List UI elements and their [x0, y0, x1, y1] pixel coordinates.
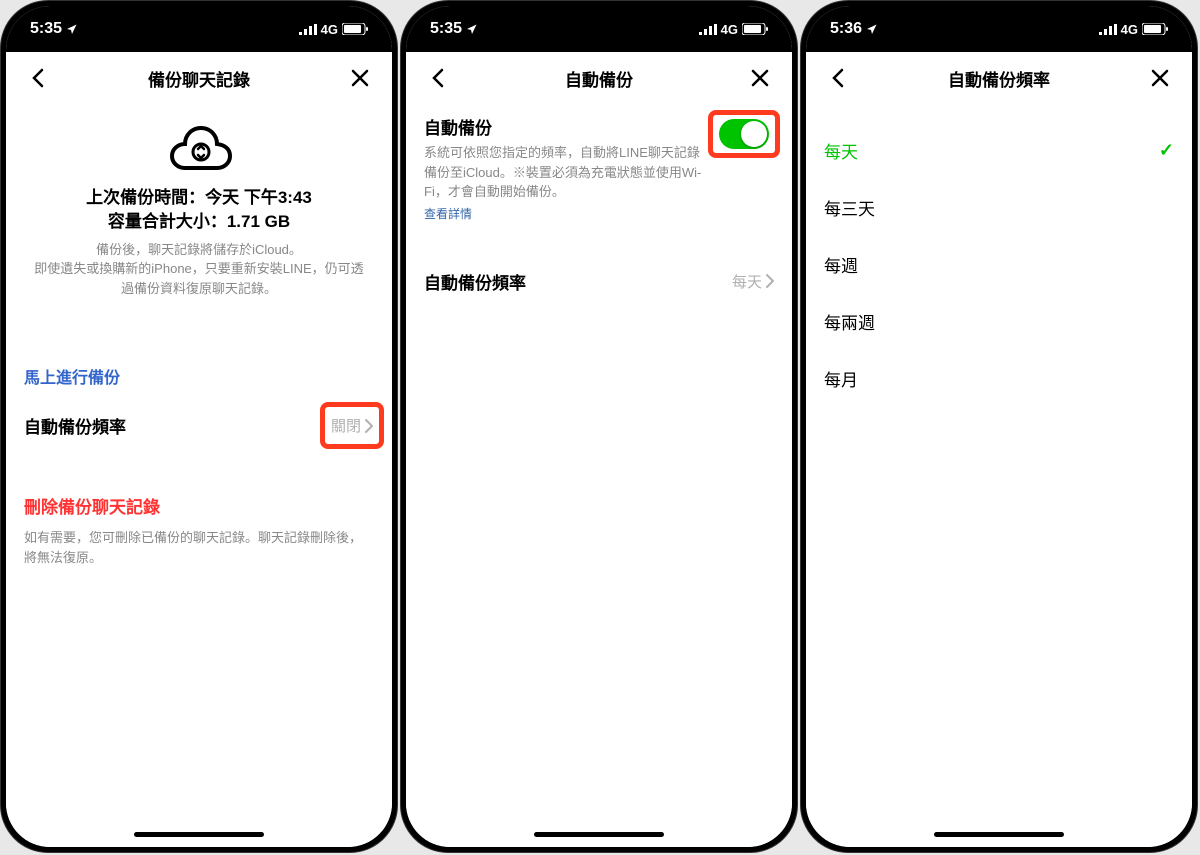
page-title: 自動備份 [452, 66, 746, 91]
close-icon [1151, 69, 1169, 87]
last-backup-time: 上次備份時間：今天 下午3:43 [30, 186, 368, 210]
frequency-option-daily[interactable]: 每天 ✓ [824, 122, 1174, 179]
chevron-right-icon [365, 419, 373, 433]
highlight-marker [708, 110, 780, 158]
content: 自動備份 系統可依照您指定的頻率，自動將LINE聊天記錄備份至iCloud。※裝… [406, 104, 792, 847]
nav-bar: 備份聊天記錄 [6, 52, 392, 104]
home-indicator[interactable] [934, 832, 1064, 837]
page-title: 備份聊天記錄 [52, 66, 346, 91]
frequency-option-every-3-days[interactable]: 每三天 [824, 179, 1174, 236]
signal-icon [299, 24, 317, 35]
screen-content: 5:36 4G 自動備份頻率 每天 ✓ 每三天 [806, 6, 1192, 847]
frequency-label: 每三天 [824, 195, 875, 220]
close-icon [751, 69, 769, 87]
chevron-right-icon [766, 274, 774, 288]
backup-now-button[interactable]: 馬上進行備份 [24, 348, 374, 398]
view-details-link[interactable]: 查看詳情 [424, 205, 472, 222]
frequency-label: 每天 [824, 138, 858, 163]
home-indicator[interactable] [134, 832, 264, 837]
status-bar: 5:35 4G [406, 6, 792, 52]
back-button[interactable] [824, 68, 852, 88]
battery-icon [342, 23, 368, 35]
auto-backup-frequency-label: 自動備份頻率 [424, 269, 526, 294]
toggle-knob [741, 121, 767, 147]
auto-backup-frequency-label: 自動備份頻率 [24, 413, 126, 438]
back-button[interactable] [24, 68, 52, 88]
auto-backup-frequency-value: 關閉 [331, 415, 361, 436]
home-indicator[interactable] [534, 832, 664, 837]
screen-content: 5:35 4G 備份聊天記錄 上次備份時間：今天 下午3:43 [6, 6, 392, 847]
battery-icon [1142, 23, 1168, 35]
auto-backup-toggle[interactable] [719, 119, 769, 149]
phone-screen-2: 5:35 4G 自動備份 自動備份 系統可依照您指定的頻率，自動將LIN [400, 0, 798, 853]
frequency-option-biweekly[interactable]: 每兩週 [824, 293, 1174, 350]
location-icon [466, 23, 478, 35]
nav-bar: 自動備份 [406, 52, 792, 104]
delete-backup-button[interactable]: 刪除備份聊天記錄 [24, 485, 374, 518]
signal-icon [1099, 24, 1117, 35]
phone-screen-1: 5:35 4G 備份聊天記錄 上次備份時間：今天 下午3:43 [0, 0, 398, 853]
auto-backup-description: 系統可依照您指定的頻率，自動將LINE聊天記錄備份至iCloud。※裝置必須為充… [424, 143, 710, 202]
chevron-left-icon [832, 68, 844, 88]
frequency-label: 每週 [824, 252, 858, 277]
network-label: 4G [721, 22, 738, 37]
page-title: 自動備份頻率 [852, 66, 1146, 91]
content: 每天 ✓ 每三天 每週 每兩週 每月 [806, 104, 1192, 847]
auto-backup-frequency-row[interactable]: 自動備份頻率 每天 [424, 257, 774, 306]
status-bar: 5:35 4G [6, 6, 392, 52]
network-label: 4G [321, 22, 338, 37]
status-time: 5:35 [30, 20, 62, 38]
backup-info: 上次備份時間：今天 下午3:43 容量合計大小：1.71 GB 備份後，聊天記錄… [24, 186, 374, 316]
status-time: 5:36 [830, 20, 862, 38]
chevron-left-icon [432, 68, 444, 88]
frequency-label: 每兩週 [824, 309, 875, 334]
frequency-label: 每月 [824, 366, 858, 391]
status-bar: 5:36 4G [806, 6, 1192, 52]
signal-icon [699, 24, 717, 35]
checkmark-icon: ✓ [1159, 140, 1174, 161]
delete-backup-description: 如有需要，您可刪除已備份的聊天記錄。聊天記錄刪除後，將無法復原。 [24, 528, 374, 567]
back-button[interactable] [424, 68, 452, 88]
close-button[interactable] [346, 69, 374, 87]
content: 上次備份時間：今天 下午3:43 容量合計大小：1.71 GB 備份後，聊天記錄… [6, 104, 392, 847]
auto-backup-label: 自動備份 [424, 114, 710, 139]
auto-backup-frequency-row[interactable]: 自動備份頻率 關閉 [24, 398, 374, 453]
close-button[interactable] [1146, 69, 1174, 87]
highlight-marker: 關閉 [320, 402, 384, 449]
battery-icon [742, 23, 768, 35]
auto-backup-toggle-row: 自動備份 系統可依照您指定的頻率，自動將LINE聊天記錄備份至iCloud。※裝… [424, 104, 774, 223]
close-button[interactable] [746, 69, 774, 87]
auto-backup-frequency-value: 每天 [732, 271, 762, 292]
nav-bar: 自動備份頻率 [806, 52, 1192, 104]
phone-screen-3: 5:36 4G 自動備份頻率 每天 ✓ 每三天 [800, 0, 1198, 853]
chevron-left-icon [32, 68, 44, 88]
location-icon [866, 23, 878, 35]
location-icon [66, 23, 78, 35]
network-label: 4G [1121, 22, 1138, 37]
cloud-backup-icon [24, 104, 374, 186]
screen-content: 5:35 4G 自動備份 自動備份 系統可依照您指定的頻率，自動將LIN [406, 6, 792, 847]
status-time: 5:35 [430, 20, 462, 38]
frequency-option-weekly[interactable]: 每週 [824, 236, 1174, 293]
backup-description: 備份後，聊天記錄將儲存於iCloud。 即使遺失或換購新的iPhone，只要重新… [30, 240, 368, 299]
frequency-option-monthly[interactable]: 每月 [824, 350, 1174, 407]
close-icon [351, 69, 369, 87]
backup-size: 容量合計大小：1.71 GB [30, 210, 368, 234]
